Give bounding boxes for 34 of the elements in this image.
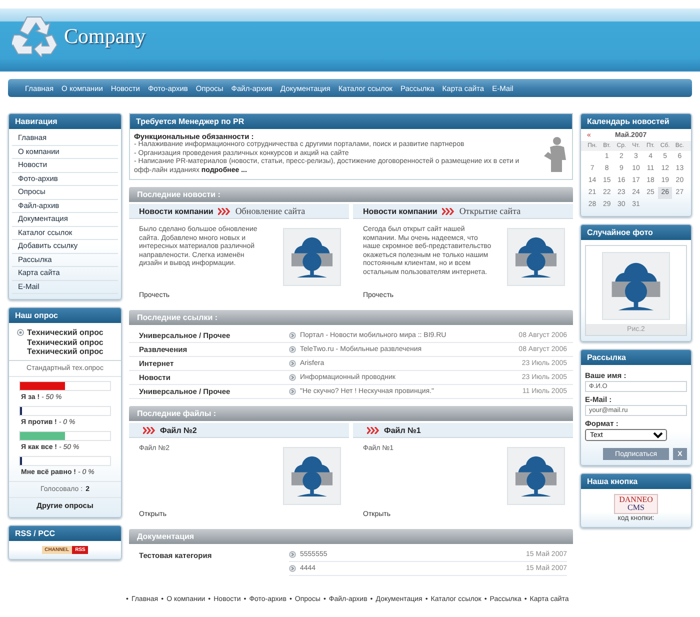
section-title: Последние ссылки : [129, 310, 573, 325]
bullet-icon [289, 346, 296, 353]
bullet-icon [289, 374, 296, 381]
file-title[interactable]: Файл №2 [160, 426, 197, 434]
double-chevron-icon [442, 208, 454, 214]
news-title[interactable]: Открытие сайта [459, 206, 521, 216]
panel-title: RSS / PCC [9, 526, 121, 540]
panel-title: Требуется Менеджер по PR [130, 114, 572, 129]
panel-title: Навигация [9, 114, 121, 129]
bullet-icon [289, 551, 296, 558]
news-category[interactable]: Новости компании [363, 206, 438, 216]
panel-title: Рассылка [581, 350, 691, 365]
panel-title: Наш опрос [9, 308, 121, 323]
panel-title: Наша кнопка [581, 474, 691, 489]
panel-title: Случайное фото [581, 225, 691, 240]
person-figure [542, 136, 568, 172]
poll-question: Технический опрос Технический опрос Технический опрос [27, 328, 104, 356]
panel-title: Календарь новостей [581, 114, 691, 129]
file-title[interactable]: Файл №1 [384, 426, 421, 434]
section-title: Последние файлы : [129, 406, 573, 421]
double-chevron-icon [143, 426, 155, 434]
section-title: Последние новости : [129, 187, 573, 202]
double-chevron-icon [218, 208, 230, 214]
bullet-icon [289, 332, 296, 339]
news-category[interactable]: Новости компании [139, 206, 214, 216]
radio-icon [17, 329, 24, 336]
logo-text: Company [64, 24, 146, 48]
bullet-icon [289, 388, 296, 395]
double-chevron-icon [367, 426, 379, 434]
bullet-icon [289, 360, 296, 367]
section-title: Документация [129, 529, 573, 544]
news-title[interactable]: Обновление сайта [235, 206, 306, 216]
cms-badge[interactable]: DANNEO CMS [614, 494, 658, 514]
bullet-icon [289, 565, 296, 572]
